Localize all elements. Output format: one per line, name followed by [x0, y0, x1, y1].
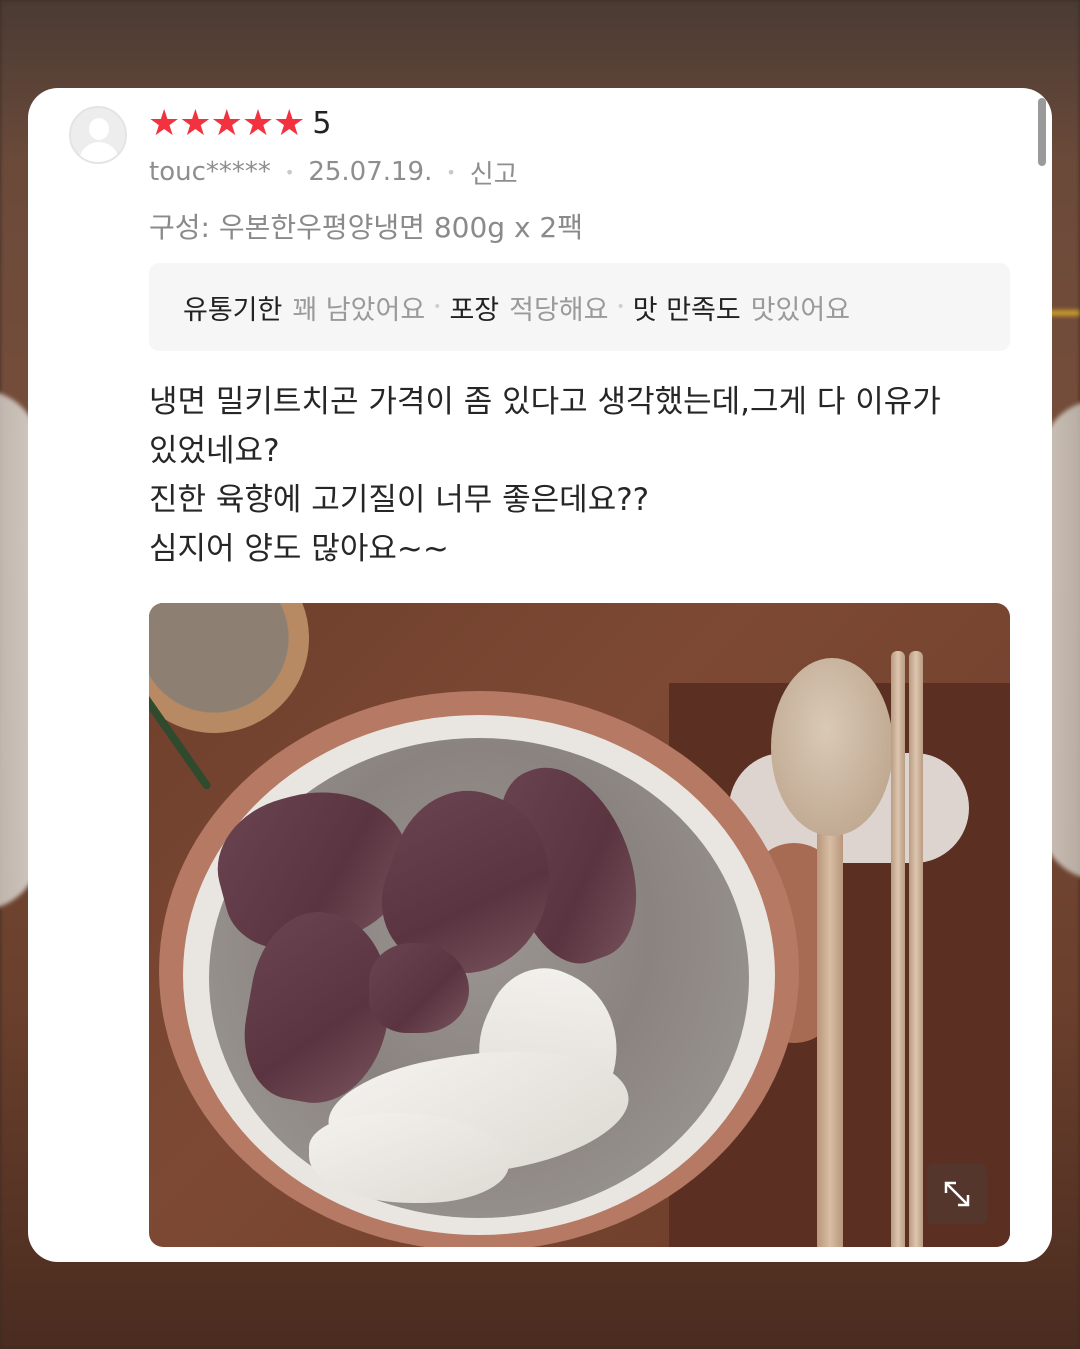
survey-value: 적당해요 — [509, 294, 609, 326]
review-line: 심지어 양도 많아요~~ — [149, 531, 449, 567]
star-rating: ★ ★ ★ ★ ★ 5 — [148, 102, 332, 146]
purchase-option: 구성: 우본한우평양냉면 800g x 2팩 — [149, 211, 583, 244]
review-line: 냉면 밀키트치곤 가격이 좀 있다고 생각했는데,그게 다 이유가 — [149, 384, 941, 420]
separator-dot: • — [284, 162, 295, 182]
report-link[interactable]: 신고 — [470, 154, 518, 191]
reviewer-name: touc***** — [149, 157, 271, 187]
rating-value: 5 — [312, 106, 332, 141]
review-card: ★ ★ ★ ★ ★ 5 touc***** • 25.07.19. • 신고 구… — [28, 88, 1052, 1262]
separator-dot: • — [446, 162, 456, 182]
review-date: 25.07.19. — [308, 157, 433, 187]
review-line: 있었네요? — [149, 433, 280, 469]
separator-dot: • — [616, 299, 625, 315]
review-line: 진한 육향에 고기질이 너무 좋은데요?? — [149, 482, 650, 518]
review-photo[interactable] — [149, 603, 1010, 1247]
survey-key: 포장 — [449, 294, 500, 326]
survey-summary: 유통기한 꽤 남았어요 • 포장 적당해요 • 맛 만족도 맛있어요 — [149, 263, 1010, 351]
review-meta: touc***** • 25.07.19. • 신고 — [149, 154, 518, 190]
separator-dot: • — [433, 299, 442, 315]
star-icon: ★ — [148, 103, 180, 144]
user-icon — [89, 118, 109, 140]
expand-button[interactable] — [927, 1164, 987, 1224]
star-icon: ★ — [273, 103, 305, 144]
avatar — [69, 106, 127, 164]
star-icon: ★ — [210, 103, 243, 144]
star-icon: ★ — [179, 103, 211, 144]
scrollbar[interactable] — [1038, 98, 1046, 166]
star-icon: ★ — [241, 103, 274, 144]
survey-value: 맛있어요 — [750, 294, 851, 326]
survey-key: 맛 만족도 — [632, 294, 741, 326]
survey-key: 유통기한 — [183, 294, 283, 326]
expand-icon — [944, 1181, 970, 1207]
survey-value: 꽤 남았어요 — [292, 294, 426, 326]
review-body: 냉면 밀키트치곤 가격이 좀 있다고 생각했는데,그게 다 이유가 있었네요? … — [149, 378, 949, 574]
